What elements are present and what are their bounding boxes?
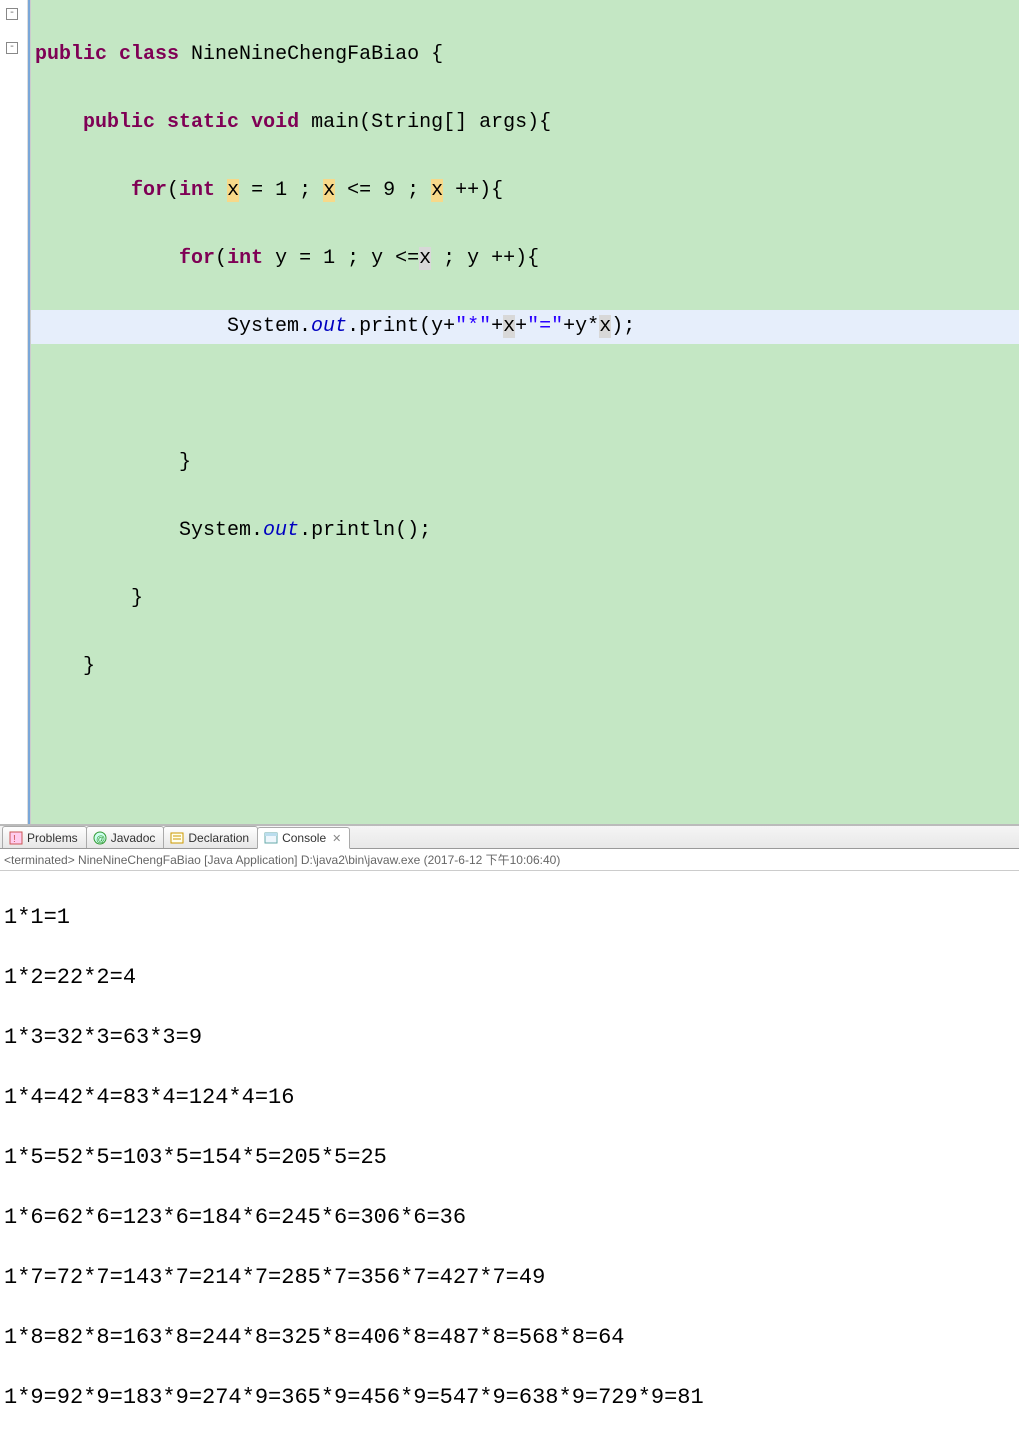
code-text: .print(y+ xyxy=(347,315,455,338)
svg-text:!: ! xyxy=(13,834,16,845)
console-line: 1*6=62*6=123*6=184*6=245*6=306*6=36 xyxy=(4,1203,1015,1233)
keyword: for xyxy=(131,179,167,202)
console-line: 1*3=32*3=63*3=9 xyxy=(4,1023,1015,1053)
view-tabs: ! Problems @ Javadoc Declaration Console… xyxy=(0,825,1019,849)
tab-label: Problems xyxy=(27,831,78,845)
code-text: ( xyxy=(215,247,227,270)
problems-icon: ! xyxy=(9,831,23,845)
javadoc-icon: @ xyxy=(93,831,107,845)
console-status: <terminated> NineNineChengFaBiao [Java A… xyxy=(0,849,1019,871)
console-line: 1*9=92*9=183*9=274*9=365*9=456*9=547*9=6… xyxy=(4,1383,1015,1413)
code-text: ; y ++){ xyxy=(431,247,539,270)
code-text: ++){ xyxy=(443,179,503,202)
tab-javadoc[interactable]: @ Javadoc xyxy=(86,826,165,848)
string-literal: "*" xyxy=(455,315,491,338)
console-line: 1*8=82*8=163*8=244*8=325*8=406*8=487*8=5… xyxy=(4,1323,1015,1353)
keyword: class xyxy=(119,43,179,66)
tab-console[interactable]: Console ✕ xyxy=(257,827,350,849)
tab-declaration[interactable]: Declaration xyxy=(163,826,258,848)
keyword: int xyxy=(179,179,215,202)
code-text: } xyxy=(179,451,191,474)
code-text: + xyxy=(515,315,527,338)
console-output[interactable]: 1*1=1 1*2=22*2=4 1*3=32*3=63*3=9 1*4=42*… xyxy=(0,871,1019,1445)
code-text: System. xyxy=(227,315,311,338)
svg-text:@: @ xyxy=(96,834,105,844)
declaration-icon xyxy=(170,831,184,845)
keyword: static xyxy=(167,111,239,134)
keyword: public xyxy=(83,111,155,134)
code-text xyxy=(215,179,227,202)
tab-label: Declaration xyxy=(188,831,249,845)
code-text: NineNineChengFaBiao { xyxy=(179,43,443,66)
static-field: out xyxy=(311,315,347,338)
code-editor[interactable]: - - public class NineNineChengFaBiao { p… xyxy=(0,0,1019,825)
code-text xyxy=(31,718,1019,752)
fold-toggle-icon[interactable]: - xyxy=(6,8,18,20)
static-field: out xyxy=(263,519,299,542)
tab-label: Console xyxy=(282,831,326,845)
code-text xyxy=(31,378,1019,412)
tab-problems[interactable]: ! Problems xyxy=(2,826,87,848)
tab-label: Javadoc xyxy=(111,831,156,845)
code-text: .println(); xyxy=(299,519,431,542)
code-text: main(String[] args){ xyxy=(299,111,551,134)
close-icon[interactable]: ✕ xyxy=(332,832,341,845)
code-text: +y* xyxy=(563,315,599,338)
code-text: = 1 ; xyxy=(239,179,323,202)
keyword: void xyxy=(251,111,299,134)
console-line: 1*4=42*4=83*4=124*4=16 xyxy=(4,1083,1015,1113)
var-highlight: x xyxy=(431,179,443,202)
var-highlight: x xyxy=(503,315,515,338)
code-text: } xyxy=(83,655,95,678)
console-line: 1*2=22*2=4 xyxy=(4,963,1015,993)
code-text: } xyxy=(131,587,143,610)
keyword: public xyxy=(35,43,107,66)
code-text: ( xyxy=(167,179,179,202)
code-text: ); xyxy=(611,315,635,338)
code-text: y = 1 ; y <= xyxy=(263,247,419,270)
var-highlight: x xyxy=(323,179,335,202)
console-line: 1*1=1 xyxy=(4,903,1015,933)
editor-gutter: - - xyxy=(0,0,28,824)
current-line: System.out.print(y+"*"+x+"="+y*x); xyxy=(31,310,1019,344)
fold-toggle-icon[interactable]: - xyxy=(6,42,18,54)
code-text: + xyxy=(491,315,503,338)
var-highlight: x xyxy=(599,315,611,338)
code-text: System. xyxy=(179,519,263,542)
var-highlight: x xyxy=(227,179,239,202)
console-line: 1*5=52*5=103*5=154*5=205*5=25 xyxy=(4,1143,1015,1173)
console-icon xyxy=(264,831,278,845)
var-highlight: x xyxy=(419,247,431,270)
keyword: for xyxy=(179,247,215,270)
console-line: 1*7=72*7=143*7=214*7=285*7=356*7=427*7=4… xyxy=(4,1263,1015,1293)
string-literal: "=" xyxy=(527,315,563,338)
code-content[interactable]: public class NineNineChengFaBiao { publi… xyxy=(31,0,1019,824)
code-text: <= 9 ; xyxy=(335,179,431,202)
keyword: int xyxy=(227,247,263,270)
